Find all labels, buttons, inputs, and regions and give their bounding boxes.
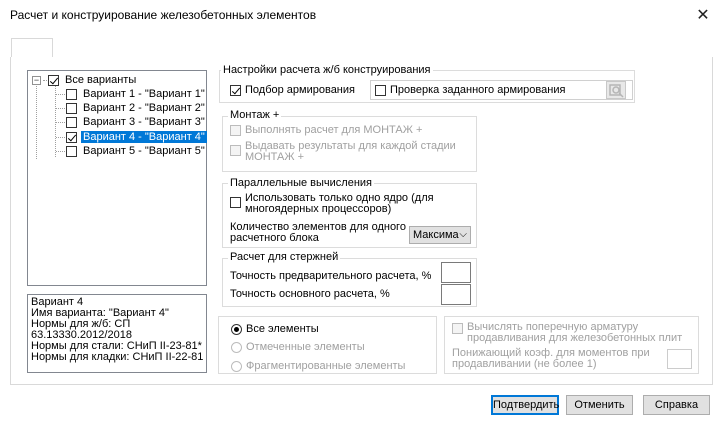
- variant-info-box: Вариант 4 Имя варианта: "Вариант 4" Норм…: [27, 294, 207, 373]
- collapse-icon[interactable]: −: [32, 75, 41, 85]
- punching-reinforcement-label-line2: продавливания для железобетонных плит: [467, 332, 683, 344]
- tree-item-variant-2[interactable]: Вариант 2 - "Вариант 2": [66, 101, 207, 115]
- tree-item-checkbox[interactable]: [66, 102, 77, 114]
- select-reinforcement-option[interactable]: Подбор армирования: [230, 84, 355, 96]
- fragmented-elements-radio[interactable]: [231, 361, 242, 372]
- info-line: Нормы для кладки: СНиП II-22-81: [31, 351, 204, 363]
- fragmented-elements-label: Фрагментированные элементы: [246, 360, 406, 372]
- tree-root[interactable]: − Все варианты: [32, 73, 138, 87]
- punching-reinforcement-checkbox[interactable]: [452, 323, 463, 334]
- tree-guide-line: [56, 108, 65, 109]
- fragmented-elements-option[interactable]: Фрагментированные элементы: [231, 360, 405, 372]
- check-reinforcement-label: Проверка заданного армирования: [390, 84, 566, 96]
- tree-item-label-selected: Вариант 4 - "Вариант 4": [81, 131, 207, 143]
- montage-results-option[interactable]: Выдавать результаты для каждой стадии МО…: [230, 141, 456, 163]
- tree-item-label: Вариант 2 - "Вариант 2": [83, 102, 205, 114]
- montage-results-label-line2: МОНТАЖ +: [245, 151, 304, 163]
- single-core-label-line2: многоядерных процессоров): [245, 203, 392, 215]
- close-icon[interactable]: ✕: [692, 5, 714, 27]
- marked-elements-label: Отмеченные элементы: [246, 341, 365, 353]
- block-count-value: Максима: [413, 229, 459, 241]
- help-button[interactable]: Справка: [643, 395, 710, 415]
- tree-item-checkbox[interactable]: [66, 145, 77, 157]
- confirm-button[interactable]: Подтвердить: [491, 395, 559, 415]
- punching-coef-label-line2: продавливании (не более 1): [452, 358, 597, 370]
- punching-reinforcement-label: Вычислять поперечную арматуру продавлива…: [467, 322, 682, 344]
- tree-guide-line: [36, 83, 37, 159]
- settings-group-title: Настройки расчета ж/б конструирования: [221, 64, 433, 76]
- title-bar: Расчет и конструирование железобетонных …: [0, 0, 721, 34]
- tree-guide-line: [56, 94, 65, 95]
- all-elements-label: Все элементы: [246, 323, 319, 335]
- tree-item-label: Вариант 5 - "Вариант 5": [83, 145, 205, 157]
- tree-item-variant-1[interactable]: Вариант 1 - "Вариант 1": [66, 87, 207, 101]
- montage-calc-checkbox[interactable]: [230, 125, 241, 136]
- all-elements-radio[interactable]: [231, 324, 242, 335]
- single-core-option[interactable]: Использовать только одно ядро (для много…: [230, 193, 434, 215]
- settings-disabled-icon[interactable]: [606, 81, 626, 99]
- rods-group-title: Расчет для стержней: [228, 251, 341, 263]
- montage-group-title: Монтаж +: [228, 109, 282, 121]
- tree-root-checkbox[interactable]: [48, 74, 59, 86]
- variants-tree[interactable]: − Все варианты Вариант 1 - "Вариант 1" В…: [27, 70, 207, 286]
- tree-item-checkbox[interactable]: [66, 116, 77, 128]
- single-core-checkbox[interactable]: [230, 197, 241, 208]
- main-accuracy-label: Точность основного расчета, %: [230, 288, 390, 300]
- montage-calc-option[interactable]: Выполнять расчет для МОНТАЖ +: [230, 124, 422, 136]
- tree-guide-line: [56, 151, 65, 152]
- select-reinforcement-label: Подбор армирования: [245, 84, 355, 96]
- montage-calc-label: Выполнять расчет для МОНТАЖ +: [245, 124, 423, 136]
- tree-item-checkbox[interactable]: [66, 88, 77, 100]
- single-core-label: Использовать только одно ядро (для много…: [245, 193, 434, 215]
- tree-guide-line: [56, 137, 65, 138]
- tree-root-label: Все варианты: [65, 74, 137, 86]
- block-count-label-line2: расчетного блока: [230, 232, 319, 244]
- tree-item-variant-4[interactable]: Вариант 4 - "Вариант 4": [66, 130, 207, 144]
- tree-guide-line: [56, 122, 65, 123]
- window-title: Расчет и конструирование железобетонных …: [10, 8, 317, 22]
- tree-guide-line: [55, 85, 56, 157]
- tree-item-variant-3[interactable]: Вариант 3 - "Вариант 3": [66, 115, 207, 129]
- montage-results-checkbox[interactable]: [230, 145, 241, 156]
- prelim-accuracy-label: Точность предварительного расчета, %: [230, 270, 432, 282]
- block-count-select[interactable]: Максима ⌵: [409, 226, 471, 244]
- punching-coef-input[interactable]: [667, 349, 692, 369]
- parallel-group-title: Параллельные вычисления: [228, 177, 374, 189]
- tree-item-checkbox[interactable]: [66, 131, 77, 143]
- block-count-label: Количество элементов для одного расчетно…: [230, 222, 406, 244]
- check-reinforcement-option[interactable]: Проверка заданного армирования: [375, 84, 565, 96]
- cancel-button[interactable]: Отменить: [566, 395, 633, 415]
- main-accuracy-input[interactable]: [441, 284, 471, 305]
- chevron-down-icon: ⌵: [459, 229, 467, 240]
- tree-item-label: Вариант 3 - "Вариант 3": [83, 116, 205, 128]
- marked-elements-radio[interactable]: [231, 342, 242, 353]
- montage-results-label: Выдавать результаты для каждой стадии МО…: [245, 141, 456, 163]
- tab-main[interactable]: [11, 38, 53, 58]
- punching-reinforcement-option[interactable]: Вычислять поперечную арматуру продавлива…: [452, 322, 682, 344]
- all-elements-option[interactable]: Все элементы: [231, 323, 319, 335]
- check-reinforcement-checkbox[interactable]: [375, 85, 386, 96]
- tree-item-variant-5[interactable]: Вариант 5 - "Вариант 5": [66, 144, 207, 158]
- tree-item-label: Вариант 1 - "Вариант 1": [83, 88, 205, 100]
- punching-coef-label: Понижающий коэф. для моментов при продав…: [452, 348, 650, 370]
- select-reinforcement-checkbox[interactable]: [230, 85, 241, 96]
- marked-elements-option[interactable]: Отмеченные элементы: [231, 341, 365, 353]
- prelim-accuracy-input[interactable]: [441, 262, 471, 283]
